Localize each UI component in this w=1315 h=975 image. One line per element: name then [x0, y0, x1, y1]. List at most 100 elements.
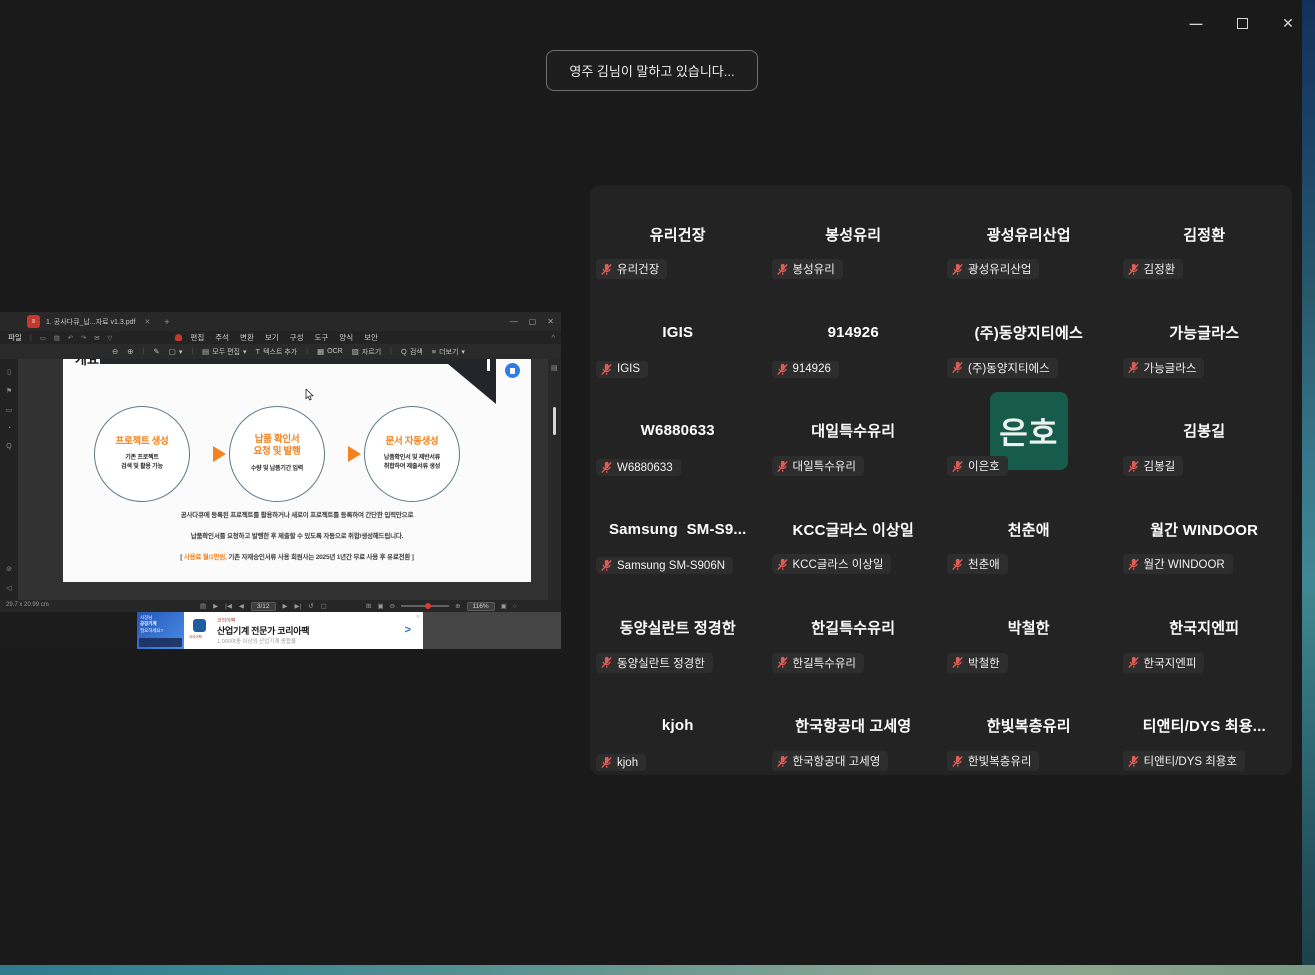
search-label: 검색	[410, 347, 423, 357]
ad-banner-image: 사장님 공장기계 필요하세요?	[137, 612, 184, 649]
participant-tile[interactable]: 천춘애 천춘애	[941, 480, 1117, 578]
divider: |	[390, 348, 392, 355]
pdf-account-icon	[175, 334, 182, 341]
minimize-button[interactable]: —	[1181, 12, 1211, 34]
pdf-tab-close-icon: ✕	[144, 318, 150, 326]
participant-tile[interactable]: KCC글라스 이상일 KCC글라스 이상일	[766, 480, 942, 578]
participant-label-text: 한빛복층유리	[968, 753, 1031, 769]
participant-label-text: 유리건장	[617, 261, 659, 277]
zoom-slider-knob	[425, 603, 431, 609]
bookmarks-icon: ⚑	[6, 387, 12, 395]
flow-step-3: 문서 자동생성 납품확인서 및 제반서류 취합하여 제출서류 생성	[364, 406, 460, 502]
flow-step-3-title: 문서 자동생성	[386, 436, 439, 448]
doc-icon	[510, 368, 515, 374]
participant-tile[interactable]: 가능글라스 가능글라스	[1117, 283, 1293, 381]
page-size-label: 29.7 x 20.99 cm	[6, 602, 49, 608]
participant-label: 박철한	[947, 653, 1008, 673]
speaking-notification: 영주 김님이 말하고 있습니다...	[546, 50, 758, 91]
mic-muted-icon	[1127, 460, 1140, 473]
page-navigation: ▤ ▶ |◀ ◀ 3/12 ▶ ▶| ↺ ▢	[200, 600, 327, 612]
mic-muted-icon	[600, 756, 613, 769]
add-text-label: 텍스트 추가	[263, 347, 297, 357]
participant-tile[interactable]: 한국항공대 고세영 한국항공대 고세영	[766, 677, 942, 775]
participant-label: 김봉길	[1123, 456, 1184, 476]
participant-label: 한국지엔피	[1123, 653, 1205, 673]
participant-label: 동양실란트 정경한	[596, 653, 713, 673]
pdf-sidebar: ▯ ⚑ ▭ ◔ Q ⊘ ◁	[0, 359, 18, 600]
pdf-collapse-icon: ^	[551, 333, 555, 342]
participant-label: W6880633	[596, 459, 681, 476]
zoom-level-box: 116%	[467, 602, 495, 611]
participant-name: KCC글라스 이상일	[793, 519, 914, 540]
ad-brand: 코리아팩	[217, 617, 235, 624]
participant-tile[interactable]: 대일특수유리 대일특수유리	[766, 382, 942, 480]
slide-header-band	[100, 359, 496, 364]
participant-label: kjoh	[596, 754, 646, 771]
participant-tile[interactable]: 한빛복층유리 한빛복층유리	[941, 677, 1117, 775]
participant-tile[interactable]: 월간 WINDOOR 월간 WINDOOR	[1117, 480, 1293, 578]
pdf-menu-item: 보기	[265, 332, 279, 343]
shape-icon: ▢	[169, 347, 176, 356]
participant-name: 김봉길	[1183, 420, 1225, 441]
ocr-icon: ▦	[317, 347, 324, 356]
participant-tile[interactable]: Samsung SM-S9... Samsung SM-S906N	[590, 480, 766, 578]
participant-name: 유리건장	[650, 224, 706, 245]
participant-tile[interactable]: 김봉길 김봉길	[1117, 382, 1293, 480]
participant-label: 한국항공대 고세영	[772, 751, 889, 771]
ocr-tool: ▦OCR	[317, 347, 343, 356]
participant-tile[interactable]: 한길특수유리 한길특수유리	[766, 578, 942, 676]
participant-tile[interactable]: 티앤티/DYS 최용... 티앤티/DYS 최용호	[1117, 677, 1293, 775]
participant-tile[interactable]: 914926 914926	[766, 283, 942, 381]
ocr-label: OCR	[327, 348, 343, 355]
pdf-canvas: 개요 프로젝트 생성 기존 프로젝트 검색 및 활용 가능 납품 확인서 요청 …	[18, 359, 548, 600]
participant-tile[interactable]: IGIS IGIS	[590, 283, 766, 381]
participant-label: 914926	[772, 361, 839, 378]
participant-tile[interactable]: 김정환 김정환	[1117, 185, 1293, 283]
pdf-menu-item: 양식	[339, 332, 353, 343]
participant-tile[interactable]: kjoh kjoh	[590, 677, 766, 775]
pdf-tab-title: 1. 공사다큐_납...자료 v1.3.pdf	[46, 317, 135, 327]
participant-tile[interactable]: 은호 이은호	[941, 382, 1117, 480]
participant-label: 광성유리산업	[947, 259, 1039, 279]
divider: |	[143, 348, 145, 355]
participant-tile[interactable]: 봉성유리 봉성유리	[766, 185, 942, 283]
participant-tile[interactable]: 박철한 박철한	[941, 578, 1117, 676]
mic-muted-icon	[1127, 656, 1140, 669]
mic-muted-icon	[1127, 755, 1140, 768]
participant-tile[interactable]: 한국지엔피 한국지엔피	[1117, 578, 1293, 676]
participant-tile[interactable]: W6880633 W6880633	[590, 382, 766, 480]
pdf-menu-item: 구성	[290, 332, 304, 343]
participant-tile[interactable]: (주)동양지티에스 (주)동양지티에스	[941, 283, 1117, 381]
participant-label-text: 천춘애	[968, 556, 1000, 572]
participant-name: 한길특수유리	[811, 617, 895, 638]
maximize-icon	[1237, 18, 1248, 29]
participant-name: IGIS	[662, 324, 693, 341]
ad-left-gap	[0, 612, 137, 649]
participant-tile[interactable]: 유리건장 유리건장	[590, 185, 766, 283]
participant-label-text: KCC글라스 이상일	[793, 556, 884, 572]
pdf-toolbar: ⊖ ⊕ | ✎ ▢▾ | ▤모두 편집▾ T텍스트 추가 | ▦OCR ▨자르기…	[0, 344, 561, 359]
pdf-quick-icons: ▭ ▤ ↶ ↷ ✉ ▽	[40, 334, 116, 342]
maximize-button[interactable]	[1227, 12, 1257, 34]
pdf-page: 개요 프로젝트 생성 기존 프로젝트 검색 및 활용 가능 납품 확인서 요청 …	[63, 359, 531, 582]
divider: |	[191, 348, 193, 355]
speaking-notification-text: 영주 김님이 말하고 있습니다...	[569, 61, 734, 80]
ad-card: 코리아팩 코리아팩 산업기계 전문가 코리아팩 1,000여종 이상의 산업기계…	[184, 612, 423, 649]
mic-muted-icon	[951, 656, 964, 669]
mic-muted-icon	[1127, 558, 1140, 571]
participant-label: 봉성유리	[772, 259, 843, 279]
ad-logo-caption: 코리아팩	[189, 635, 202, 640]
screen-share-view[interactable]: ≡ 1. 공사다큐_납...자료 v1.3.pdf ✕ + — ▢ ✕ 파일 |…	[0, 312, 561, 649]
close-button[interactable]: ✕	[1273, 12, 1302, 34]
first-page-icon: |◀	[225, 602, 232, 610]
shape-tool: ▢▾	[169, 347, 183, 356]
mic-muted-icon	[600, 363, 613, 376]
participant-tile[interactable]: 동양실란트 정경한 동양실란트 정경한	[590, 578, 766, 676]
fit-width-icon: ▣	[501, 602, 507, 610]
participant-name: 한국항공대 고세영	[795, 715, 911, 736]
snapshot-icon: ▢	[321, 602, 327, 610]
mic-muted-icon	[776, 263, 789, 276]
participant-tile[interactable]: 광성유리산업 광성유리산업	[941, 185, 1117, 283]
participant-label-text: 한국지엔피	[1144, 655, 1197, 671]
flow-step-2: 납품 확인서 요청 및 발행 수량 및 납품기간 입력	[229, 406, 325, 502]
